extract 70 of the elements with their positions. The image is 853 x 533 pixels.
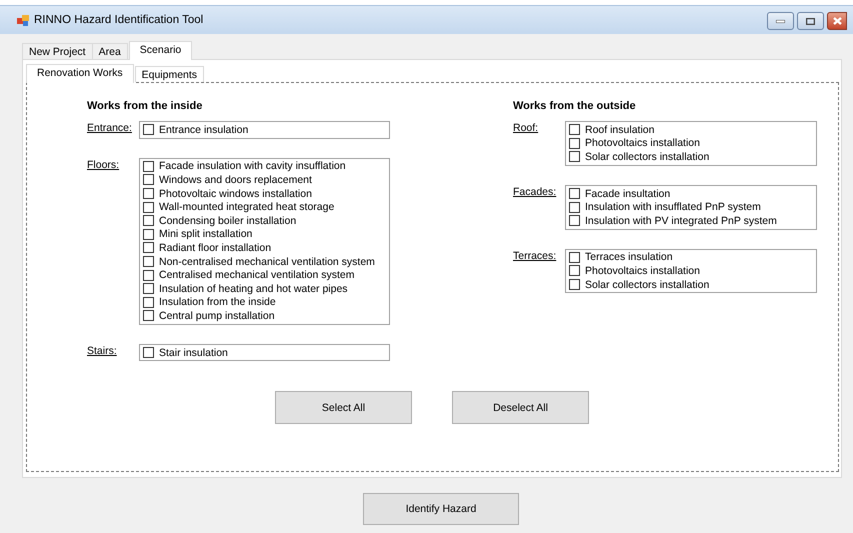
checkbox-label: Stair insulation — [159, 346, 228, 359]
checkbox[interactable] — [143, 174, 154, 186]
checkbox-label: Insulation with PV integrated PnP system — [585, 214, 777, 227]
checkbox-label: Wall-mounted integrated heat storage — [159, 201, 334, 214]
tab[interactable]: Area — [92, 43, 128, 59]
maximize-icon — [806, 18, 815, 24]
checkbox-label: Facade insulation with cavity insufflation — [159, 160, 346, 172]
checkbox[interactable] — [143, 347, 154, 358]
checkbox[interactable] — [569, 279, 580, 290]
checkbox-label: Photovoltaic windows installation — [159, 188, 312, 200]
checkbox-label: Solar collectors installation — [585, 150, 710, 163]
checkbox[interactable] — [569, 188, 580, 200]
group-label: Stairs: — [87, 344, 118, 359]
maximize-button[interactable] — [797, 12, 824, 30]
checkbox-label: Radiant floor installation — [159, 242, 272, 254]
checkbox-label: Terraces insulation — [585, 251, 673, 264]
close-button[interactable] — [827, 12, 847, 30]
checkbox[interactable] — [143, 242, 154, 254]
checkbox[interactable] — [143, 124, 154, 136]
checkbox-label: Central pump installation — [159, 310, 275, 322]
checkbox-label: Photovoltaics installation — [585, 137, 700, 150]
checkbox-label: Solar collectors installation — [585, 278, 710, 291]
checkbox[interactable] — [143, 160, 154, 172]
checkbox[interactable] — [143, 202, 154, 213]
group-label: Facades: — [513, 184, 558, 200]
checkbox[interactable] — [143, 296, 154, 308]
checkbox[interactable] — [143, 256, 154, 268]
checkbox[interactable] — [569, 265, 580, 276]
section-heading: Works from the inside — [87, 100, 204, 112]
tab[interactable]: Equipments — [134, 66, 204, 82]
checkbox[interactable] — [143, 283, 154, 294]
checkbox-label: Centralised mechanical ventilation system — [159, 269, 355, 282]
minimize-button[interactable] — [767, 12, 794, 30]
checkbox-label: Insulation from the inside — [159, 296, 276, 308]
checkbox-label: Entrance insulation — [159, 124, 248, 136]
app-icon — [17, 14, 29, 26]
tab[interactable]: New Project — [22, 43, 93, 59]
group-label: Floors: — [87, 158, 120, 173]
checkbox[interactable] — [143, 270, 154, 281]
checkbox[interactable] — [143, 215, 154, 226]
checkbox[interactable] — [143, 188, 154, 200]
section-heading: Works from the outside — [513, 100, 637, 112]
group-label: Roof: — [513, 121, 540, 136]
checkbox-label: Roof insulation — [585, 124, 654, 136]
action-button[interactable]: Deselect All — [452, 391, 589, 424]
checkbox[interactable] — [569, 138, 580, 149]
checkbox[interactable] — [569, 252, 580, 263]
checkbox[interactable] — [569, 202, 580, 213]
tab[interactable]: Scenario — [128, 41, 192, 60]
checkbox[interactable] — [143, 310, 154, 322]
checkbox-label: Windows and doors replacement — [159, 174, 312, 186]
checkbox[interactable] — [143, 228, 154, 240]
checkbox[interactable] — [569, 124, 580, 136]
window-title: RINNO Hazard Identification Tool — [34, 14, 204, 26]
minimize-icon — [776, 20, 785, 22]
tab[interactable]: Renovation Works — [26, 64, 134, 83]
checkbox-label: Insulation of heating and hot water pipes — [159, 282, 348, 295]
checkbox[interactable] — [569, 215, 580, 226]
checkbox-label: Mini split installation — [159, 228, 252, 240]
checkbox-label: Photovoltaics installation — [585, 264, 700, 277]
action-button[interactable]: Select All — [275, 391, 412, 424]
checkbox-label: Facade insultation — [585, 188, 670, 200]
checkbox-label: Condensing boiler installation — [159, 214, 296, 227]
checkbox[interactable] — [569, 151, 580, 162]
checkbox-label: Insulation with insufflated PnP system — [585, 201, 761, 214]
checkbox-label: Non-centralised mechanical ventilation system — [159, 256, 375, 268]
close-icon — [832, 17, 842, 25]
identify-hazard-button[interactable]: Identify Hazard — [363, 493, 519, 525]
group-label: Entrance: — [87, 121, 133, 136]
group-label: Terraces: — [513, 248, 558, 264]
